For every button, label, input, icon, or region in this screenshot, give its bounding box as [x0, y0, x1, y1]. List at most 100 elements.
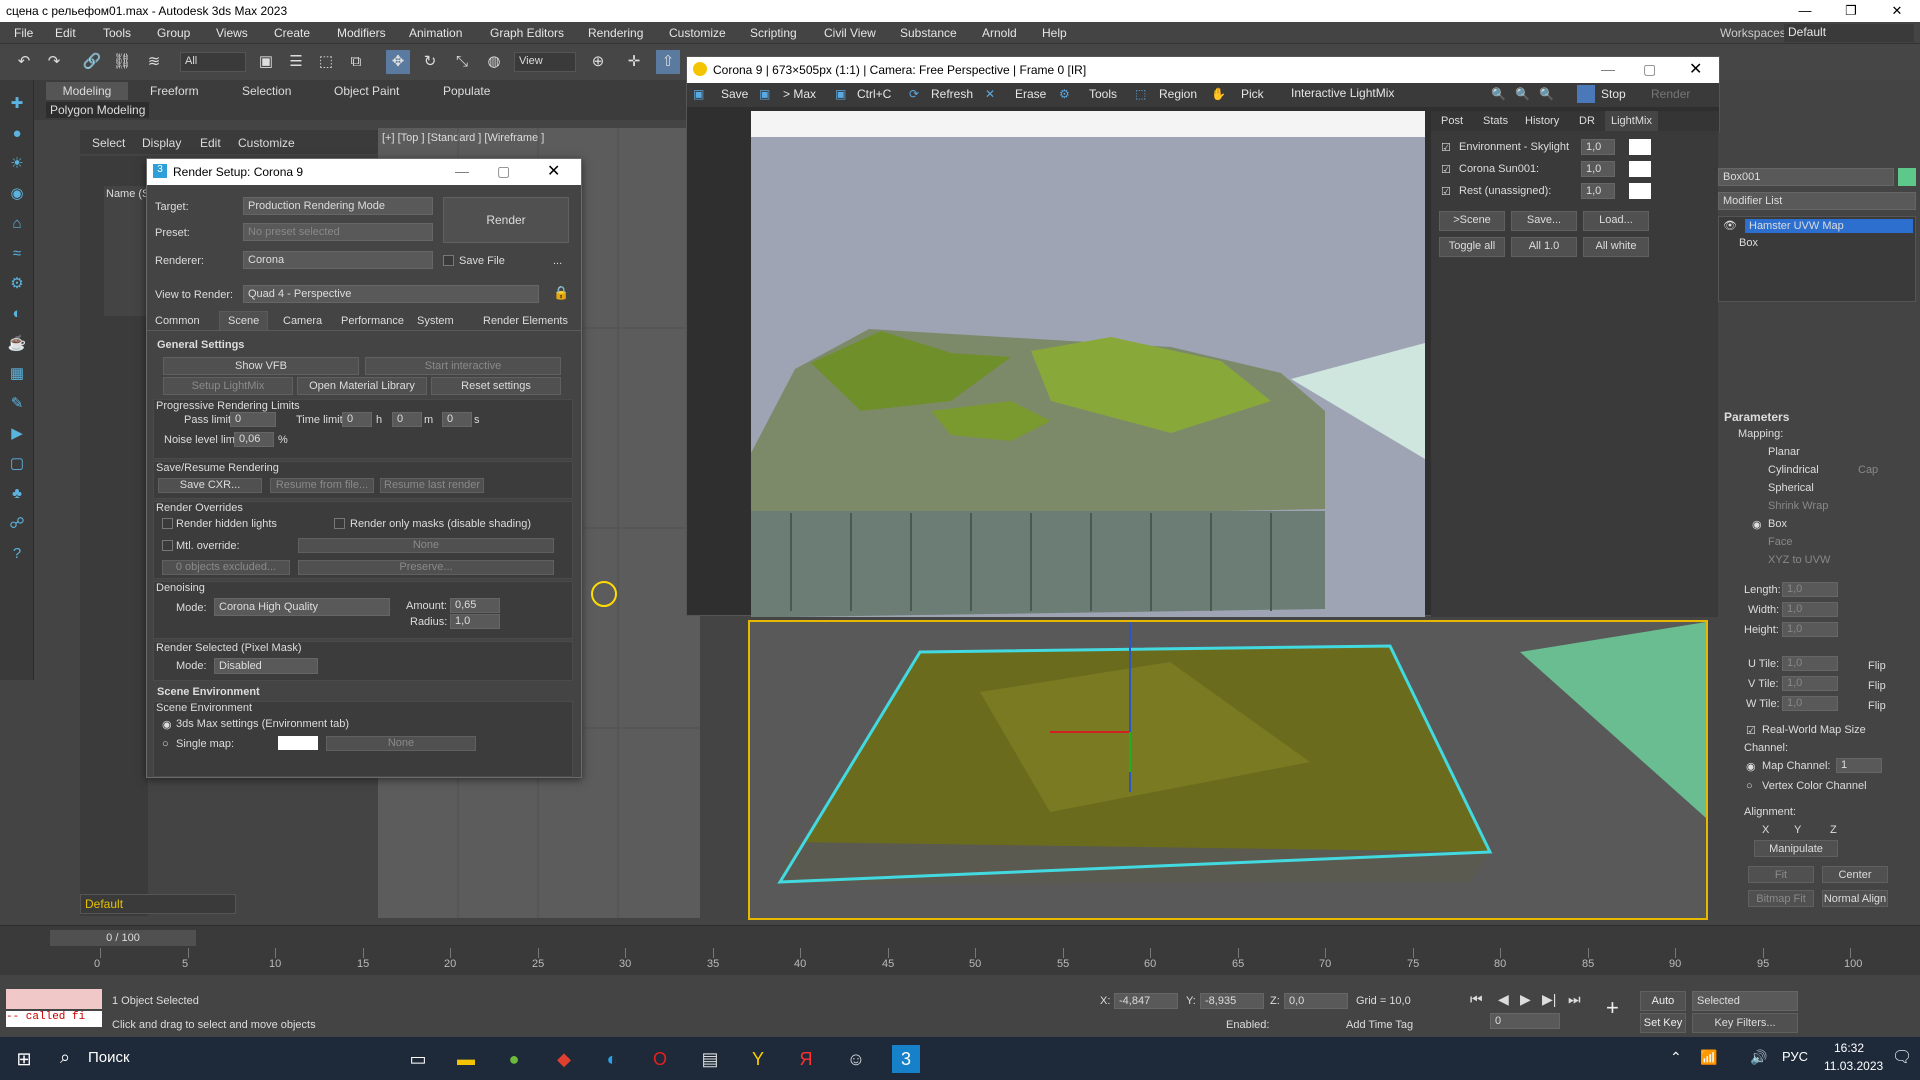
- menu-views[interactable]: Views: [216, 26, 248, 40]
- resume-from-file-button[interactable]: Resume from file...: [270, 478, 374, 493]
- maximize-button[interactable]: ❐: [1828, 0, 1874, 22]
- mapping-cylindrical[interactable]: Cylindrical: [1768, 464, 1819, 476]
- v-flip-label[interactable]: Flip: [1868, 680, 1886, 692]
- save-cxr-button[interactable]: Save CXR...: [158, 478, 262, 493]
- light2-color[interactable]: [1629, 161, 1651, 177]
- light3-color[interactable]: [1629, 183, 1651, 199]
- se-menu-customize[interactable]: Customize: [238, 136, 295, 150]
- ref-coord-select[interactable]: View: [514, 52, 576, 72]
- manipulate-icon[interactable]: ✛: [622, 50, 646, 74]
- copy-icon[interactable]: ▣: [835, 87, 846, 101]
- stack-item-hamster-uvw[interactable]: Hamster UVW Map: [1745, 219, 1913, 233]
- menu-modifiers[interactable]: Modifiers: [337, 26, 386, 40]
- width-spinner[interactable]: 1,0: [1782, 602, 1838, 617]
- lock-icon[interactable]: 🔒: [553, 285, 569, 301]
- current-layer-field[interactable]: Default: [80, 894, 236, 914]
- target-select[interactable]: Production Rendering Mode: [243, 197, 433, 215]
- se-menu-edit[interactable]: Edit: [200, 136, 221, 150]
- zoom-fit-icon[interactable]: 🔍: [1539, 87, 1554, 101]
- menu-arnold[interactable]: Arnold: [982, 26, 1017, 40]
- modifier-list-select[interactable]: Modifier List: [1718, 192, 1916, 210]
- se-menu-select[interactable]: Select: [92, 136, 125, 150]
- clock-time[interactable]: 16:32: [1834, 1041, 1864, 1055]
- task-view-icon[interactable]: ▭: [404, 1045, 432, 1073]
- center-button[interactable]: Center: [1822, 866, 1888, 883]
- next-frame-icon[interactable]: ▶|: [1542, 991, 1556, 1008]
- time-hours-spinner[interactable]: 0: [342, 412, 372, 427]
- selection-filter[interactable]: All: [180, 52, 246, 72]
- ribbon-sub-polygon-modeling[interactable]: Polygon Modeling: [46, 102, 150, 118]
- systems-icon[interactable]: ⚙: [5, 272, 29, 296]
- scale-icon[interactable]: ⤡: [450, 50, 474, 74]
- ribbon-tab-object-paint[interactable]: Object Paint: [334, 84, 399, 98]
- minimize-button[interactable]: —: [1782, 0, 1828, 22]
- rs-mode-select[interactable]: Disabled: [214, 658, 318, 674]
- region-icon[interactable]: ⬚: [1135, 87, 1146, 101]
- stack-eye-icon[interactable]: 👁: [1723, 219, 1737, 232]
- env-opt1-radio[interactable]: ◉: [162, 718, 172, 731]
- fit-button[interactable]: Fit: [1748, 866, 1814, 883]
- y-coord-field[interactable]: -8,935: [1200, 993, 1264, 1009]
- save-icon[interactable]: ▣: [693, 87, 704, 101]
- redo-icon[interactable]: ↷: [42, 50, 66, 74]
- key-mode-select[interactable]: Selected: [1692, 991, 1798, 1011]
- env-color-swatch[interactable]: [278, 736, 318, 750]
- preserve-button[interactable]: Preserve...: [298, 560, 554, 575]
- workspace-select[interactable]: Default: [1784, 24, 1914, 42]
- geometry-icon[interactable]: ●: [5, 122, 29, 146]
- menu-customize[interactable]: Customize: [669, 26, 726, 40]
- maxscript-listener[interactable]: [6, 989, 102, 1009]
- save-file-checkbox[interactable]: [443, 255, 454, 266]
- menu-rendering[interactable]: Rendering: [588, 26, 643, 40]
- zoom-out-icon[interactable]: 🔍: [1515, 87, 1530, 101]
- mtl-override-checkbox[interactable]: [162, 540, 173, 551]
- env-opt2-radio[interactable]: ○: [162, 738, 169, 750]
- manipulate-button[interactable]: Manipulate: [1754, 840, 1838, 857]
- tray-chevron-icon[interactable]: ⌃: [1670, 1049, 1682, 1066]
- renderer-select[interactable]: Corona: [243, 251, 433, 269]
- app-icon-red[interactable]: ◆: [550, 1045, 578, 1073]
- z-coord-field[interactable]: 0,0: [1284, 993, 1348, 1009]
- material-icon[interactable]: ◐: [5, 302, 29, 326]
- app-icon-cat[interactable]: ☺: [842, 1045, 870, 1073]
- resume-last-render-button[interactable]: Resume last render: [380, 478, 484, 493]
- amount-spinner[interactable]: 0,65: [450, 598, 500, 613]
- menu-civil-view[interactable]: Civil View: [824, 26, 876, 40]
- lm-save-button[interactable]: Save...: [1511, 211, 1577, 231]
- ribbon-tab-freeform[interactable]: Freeform: [150, 84, 199, 98]
- lm-load-button[interactable]: Load...: [1583, 211, 1649, 231]
- tab-camera[interactable]: Camera: [283, 315, 322, 327]
- tab-scene[interactable]: Scene: [219, 311, 269, 331]
- w-flip-label[interactable]: Flip: [1868, 700, 1886, 712]
- lights-icon[interactable]: ☀: [5, 152, 29, 176]
- env-map-none-button[interactable]: None: [326, 736, 476, 751]
- render-setup-titlebar[interactable]: 3 Render Setup: Corona 9 — ▢ ✕: [147, 159, 581, 185]
- bind-spacewarp-icon[interactable]: ≋: [142, 50, 166, 74]
- app-icon-files[interactable]: ▤: [696, 1045, 724, 1073]
- yandex-icon[interactable]: Я: [792, 1045, 820, 1073]
- menu-help[interactable]: Help: [1042, 26, 1067, 40]
- vfb-tab-dr[interactable]: DR: [1579, 115, 1595, 127]
- mapping-planar[interactable]: Planar: [1768, 446, 1800, 458]
- align-z[interactable]: Z: [1830, 824, 1837, 836]
- vfb-maximize-icon[interactable]: ▢: [1643, 61, 1656, 78]
- x-coord-field[interactable]: -4,847: [1114, 993, 1178, 1009]
- denoise-mode-select[interactable]: Corona High Quality: [214, 598, 390, 616]
- camera-icon[interactable]: ◉: [5, 182, 29, 206]
- select-object-icon[interactable]: ▣: [254, 50, 278, 74]
- paint-icon[interactable]: ✎: [5, 392, 29, 416]
- maximize-icon[interactable]: ▢: [497, 163, 510, 180]
- render-icon[interactable]: ▶: [5, 422, 29, 446]
- timeline[interactable]: 0 / 100 0 5 10 15 20 25 30 35 40 45 50 55 60 65 70 75 80…: [0, 925, 1920, 975]
- align-x[interactable]: X: [1762, 824, 1769, 836]
- light1-checkbox[interactable]: ☑: [1441, 141, 1451, 154]
- helpers-icon[interactable]: ⌂: [5, 212, 29, 236]
- yandex-browser-icon[interactable]: Y: [744, 1045, 772, 1073]
- light3-checkbox[interactable]: ☑: [1441, 185, 1451, 198]
- pass-limit-spinner[interactable]: 0: [230, 412, 276, 427]
- windows-start-icon[interactable]: ⊞: [10, 1045, 38, 1073]
- cap-checkbox-label[interactable]: Cap: [1858, 464, 1878, 476]
- prev-frame-icon[interactable]: ◀: [1498, 991, 1509, 1008]
- ribbon-tab-populate[interactable]: Populate: [443, 84, 490, 98]
- length-spinner[interactable]: 1,0: [1782, 582, 1838, 597]
